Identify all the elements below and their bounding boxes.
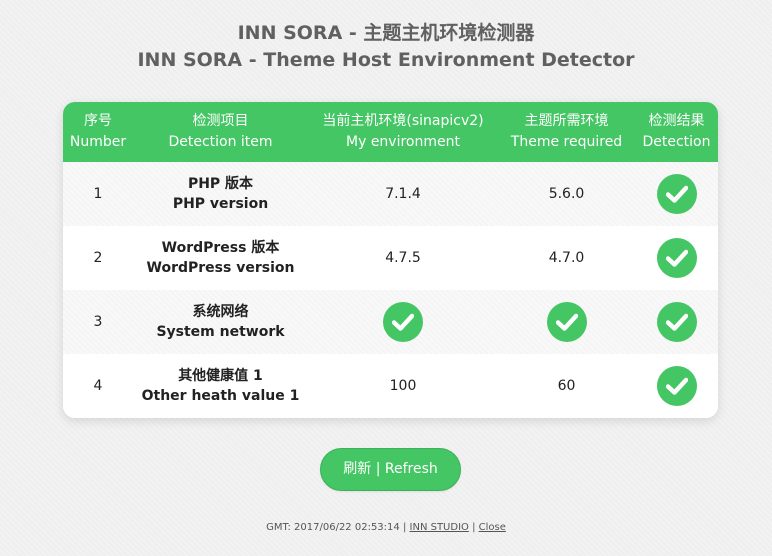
gmt-timestamp: GMT: 2017/06/22 02:53:14 [266,522,400,533]
row-item: WordPress 版本 WordPress version [146,240,295,276]
row-required: 60 [557,378,576,394]
row-current: 7.1.4 [385,186,421,202]
column-header-result: 检测结果 Detection [642,113,711,150]
check-icon [656,302,697,342]
refresh-button[interactable]: 刷新 | Refresh [320,448,461,491]
page-title: INN SORA - 主题主机环境检测器 INN SORA - Theme Ho… [0,20,772,74]
page-title-en: INN SORA - Theme Host Environment Detect… [137,49,635,71]
table-row: 2 WordPress 版本 WordPress version 4.7.5 4.… [63,226,718,290]
row-required: 4.7.0 [548,250,585,266]
table-header: 序号 Number 检测项目 Detection item 当前主机环境(sinap… [63,102,718,162]
row-number: 3 [93,314,103,330]
inn-studio-link[interactable]: INN STUDIO [410,522,469,533]
page-title-zh: INN SORA - 主题主机环境检测器 [237,22,535,44]
row-number: 1 [93,186,103,202]
check-icon [546,302,587,342]
row-item: 其他健康值 1 Other heath value 1 [141,368,300,404]
row-item: PHP 版本 PHP version [172,176,269,212]
column-header-current: 当前主机环境(sinapicv2) My environment [322,113,484,150]
check-icon [656,174,697,214]
column-header-item: 检测项目 Detection item [168,113,273,150]
check-icon [656,366,697,406]
footer: GMT: 2017/06/22 02:53:14 | INN STUDIO | … [266,522,506,533]
row-item: 系统网络 System network [156,304,285,340]
table-row: 3 系统网络 System network [63,290,718,354]
column-header-required: 主题所需环境 Theme required [510,113,623,150]
row-current: 100 [389,378,417,394]
row-current: 4.7.5 [385,250,421,266]
detection-table: 序号 Number 检测项目 Detection item 当前主机环境(sinap… [63,102,718,418]
table-row: 1 PHP 版本 PHP version 7.1.4 5.6.0 [63,162,718,226]
row-number: 4 [93,378,103,394]
column-header-number: 序号 Number [69,113,127,150]
row-number: 2 [93,250,103,266]
check-icon [656,238,697,278]
row-required: 5.6.0 [548,186,585,202]
check-icon [383,302,423,342]
close-link[interactable]: Close [479,522,506,533]
table-row: 4 其他健康值 1 Other heath value 1 100 60 [63,354,718,418]
